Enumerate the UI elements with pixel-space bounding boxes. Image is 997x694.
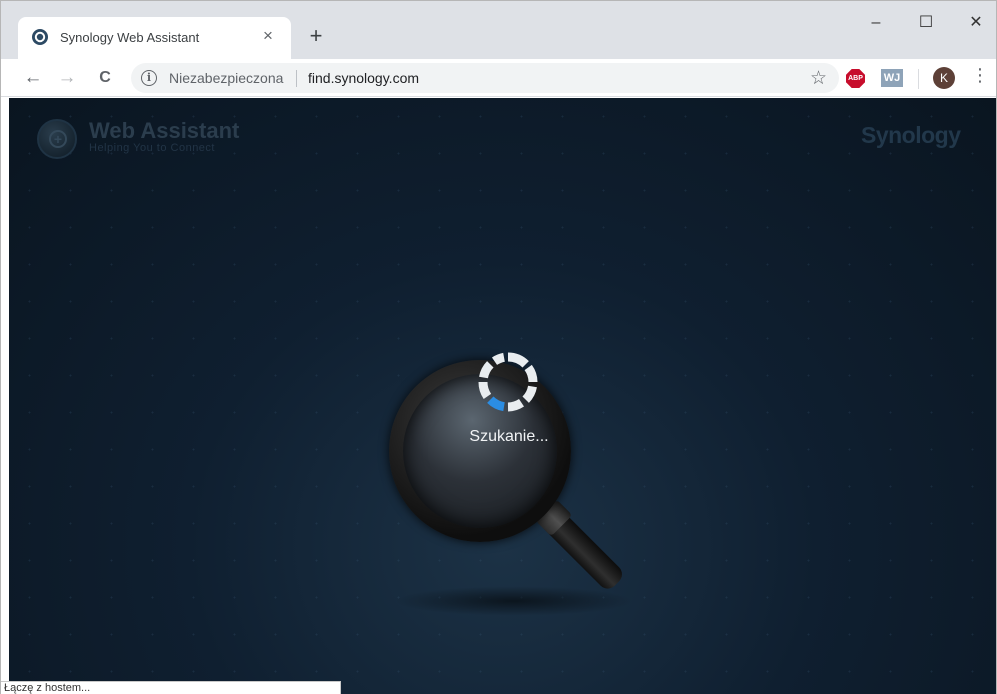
close-window-button[interactable]: ✕ [953, 9, 997, 37]
brand-title: Web Assistant [89, 118, 240, 143]
url-text[interactable]: find.synology.com [308, 70, 419, 86]
address-bar[interactable]: i Niezabezpieczona find.synology.com ☆ [131, 63, 839, 93]
minimize-button[interactable]: – [853, 9, 899, 37]
info-icon[interactable]: i [141, 70, 157, 86]
omnibox-divider [296, 70, 297, 87]
browser-window: Synology Web Assistant × + – ☐ ✕ ← → C i… [0, 0, 997, 694]
status-bar: Łączę z hostem... [1, 681, 341, 694]
wj-extension-icon[interactable]: WJ [881, 69, 903, 87]
magnifier-shadow [394, 586, 634, 616]
profile-avatar[interactable]: K [933, 67, 955, 89]
forward-arrow-icon[interactable]: → [53, 65, 81, 91]
reload-icon[interactable]: C [91, 65, 119, 91]
back-arrow-icon[interactable]: ← [19, 65, 47, 91]
title-bar: Synology Web Assistant × + – ☐ ✕ [1, 1, 996, 59]
searching-status: Szukanie... [469, 428, 549, 445]
tab-close-icon[interactable]: × [257, 25, 279, 47]
synology-logo: Synology [861, 122, 961, 148]
web-assistant-logo-icon: + [37, 119, 77, 159]
tab-title: Synology Web Assistant [60, 30, 200, 45]
maximize-button[interactable]: ☐ [903, 9, 949, 37]
bookmark-star-icon[interactable]: ☆ [810, 67, 827, 90]
browser-menu-icon[interactable]: ⋮ [971, 65, 989, 91]
brand-subtitle: Helping You to Connect [89, 142, 215, 154]
toolbar-divider [918, 69, 919, 89]
tab-synology-web-assistant[interactable]: Synology Web Assistant × [18, 17, 291, 59]
loading-spinner-icon [478, 352, 538, 412]
new-tab-button[interactable]: + [303, 23, 329, 49]
page-content: + Web Assistant Helping You to Connect S… [9, 98, 996, 694]
synology-favicon-icon [32, 29, 48, 45]
security-label[interactable]: Niezabezpieczona [169, 70, 283, 86]
